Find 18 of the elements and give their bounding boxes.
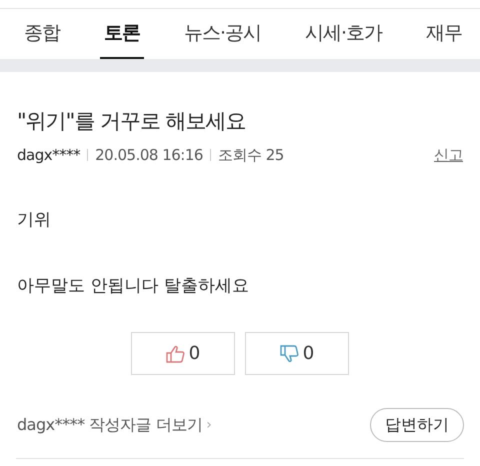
like-button[interactable]: 0: [131, 332, 235, 375]
report-link[interactable]: 신고: [434, 144, 463, 166]
tab[interactable]: 시세·호가: [300, 9, 386, 59]
tab[interactable]: 재무: [422, 9, 466, 59]
post-text: 기위: [17, 209, 52, 232]
view-count: 조회수 25: [218, 144, 284, 166]
chevron-icon: ›: [206, 414, 212, 436]
dislike-button[interactable]: 0: [245, 332, 349, 375]
author-name[interactable]: dagx****: [17, 144, 80, 166]
post-date: 20.05.08 16:16: [95, 144, 203, 166]
tab[interactable]: 종합: [20, 9, 64, 59]
thumbs-up-icon: [166, 344, 185, 362]
thumbs-down-icon: [280, 344, 299, 362]
reply-button[interactable]: 답변하기: [370, 408, 464, 442]
post-title: "위기"를 거꾸로 해보세요: [17, 108, 247, 135]
author-posts-link[interactable]: dagx**** 작성자글 더보기: [17, 413, 202, 437]
tab[interactable]: 뉴스·공시: [180, 9, 265, 59]
post-text: 아무말도 안됩니다 탈출하세요: [17, 274, 250, 298]
